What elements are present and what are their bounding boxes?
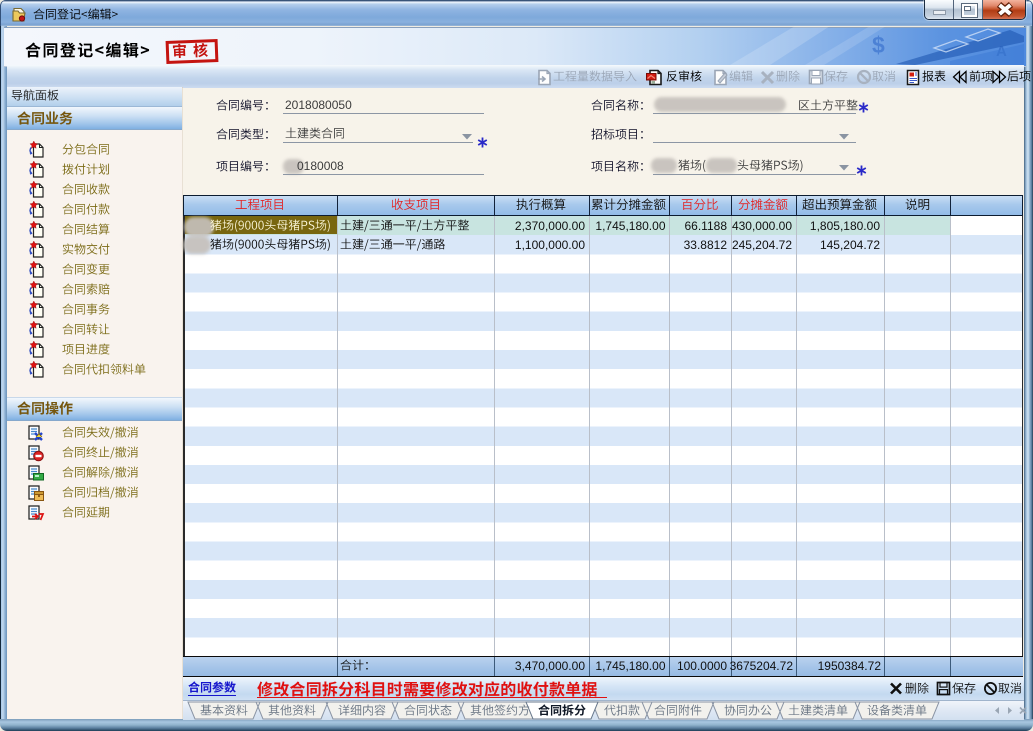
svg-text:$: $ (872, 32, 885, 58)
